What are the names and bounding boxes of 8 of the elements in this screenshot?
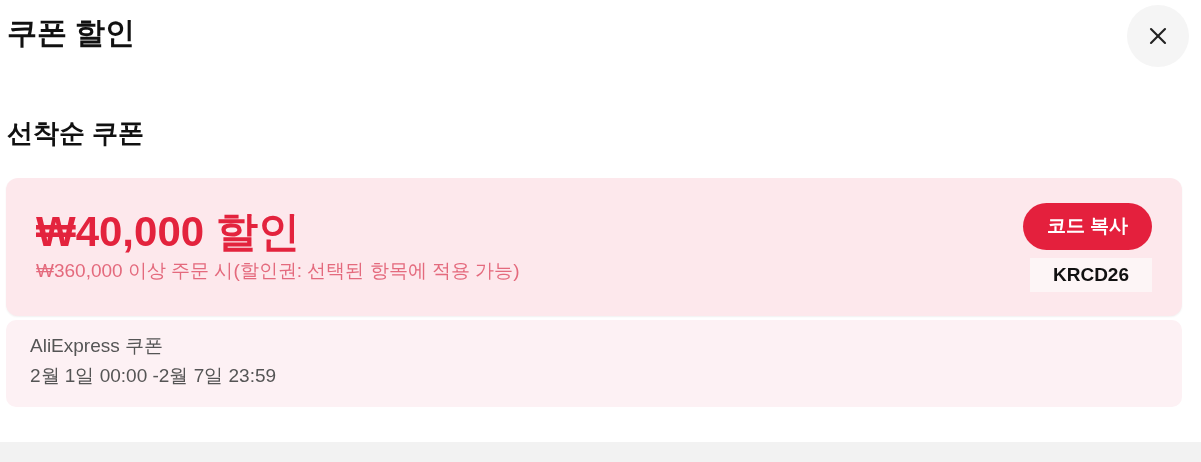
dialog-title: 쿠폰 할인 (7, 15, 136, 51)
coupon-issuer: AliExpress 쿠폰 (30, 334, 165, 358)
coupon-validity: 2월 1일 00:00 -2월 7일 23:59 (30, 364, 278, 388)
section-title: 선착순 쿠폰 (7, 117, 146, 150)
coupon-code: KRCD26 (1030, 258, 1152, 292)
discount-amount: ₩40,000 할인 (36, 208, 301, 256)
copy-code-button[interactable]: 코드 복사 (1022, 203, 1152, 250)
discount-condition: ₩360,000 이상 주문 시(할인권: 선택된 항목에 적용 가능) (36, 259, 520, 283)
